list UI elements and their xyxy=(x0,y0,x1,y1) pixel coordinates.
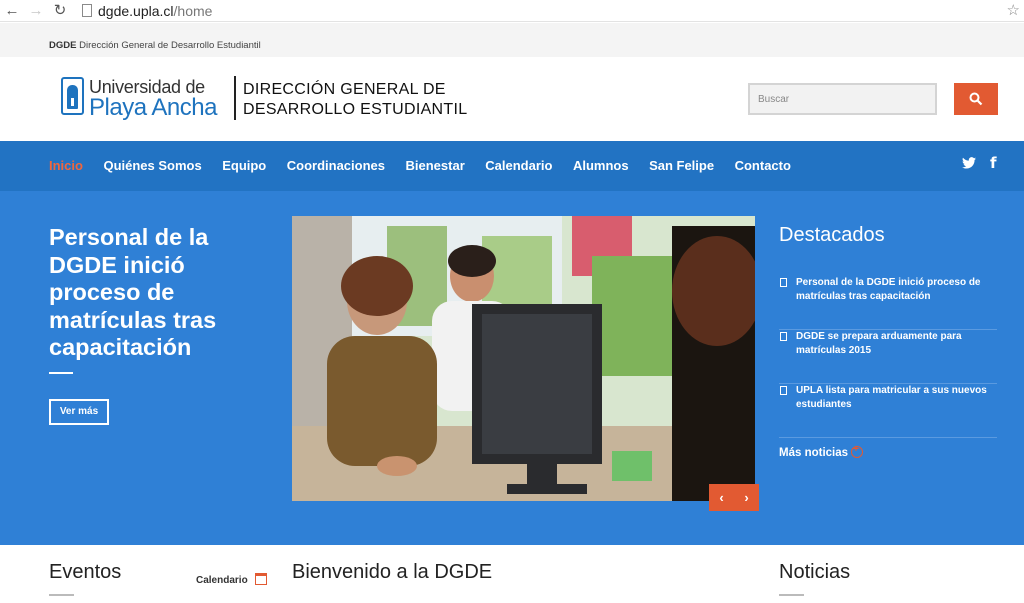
plus-circle-icon xyxy=(851,444,864,458)
nav-item-calendario[interactable]: Calendario xyxy=(485,158,552,173)
bookmark-star-icon[interactable]: ☆ xyxy=(1007,1,1020,19)
noticias-divider xyxy=(779,594,804,596)
nav-item-bienestar[interactable]: Bienestar xyxy=(406,158,465,173)
mas-noticias-link[interactable]: Más noticias xyxy=(779,444,864,459)
nav-item-equipo[interactable]: Equipo xyxy=(222,158,266,173)
noticias-heading: Noticias xyxy=(779,561,851,583)
eventos-heading: Eventos xyxy=(49,561,122,583)
department-title-line2: DESARROLLO ESTUDIANTIL xyxy=(243,101,468,118)
nav-item-quiénes-somos[interactable]: Quiénes Somos xyxy=(103,158,201,173)
nav-item-alumnos[interactable]: Alumnos xyxy=(573,158,629,173)
destacado-item[interactable]: UPLA lista para matricular a sus nuevos … xyxy=(779,384,997,438)
destacado-link[interactable]: UPLA lista para matricular a sus nuevos … xyxy=(796,384,996,412)
nav-item-san-felipe[interactable]: San Felipe xyxy=(649,158,714,173)
destacado-item[interactable]: Personal de la DGDE inició proceso de ma… xyxy=(779,276,997,330)
main-navbar: Inicio Quiénes Somos Equipo Coordinaciones B… xyxy=(0,141,1024,191)
hero-divider xyxy=(49,372,73,374)
logo-divider xyxy=(234,76,236,120)
forward-arrow-icon[interactable]: → xyxy=(27,2,45,20)
logo-text-line2[interactable]: Playa Ancha xyxy=(89,94,217,122)
address-bar[interactable]: dgde.upla.cl/home ☆ xyxy=(78,0,1024,22)
document-icon xyxy=(780,386,787,395)
search-icon xyxy=(969,92,983,106)
back-arrow-icon[interactable]: ← xyxy=(3,2,21,20)
browser-toolbar: ← → ↻ dgde.upla.cl/home ☆ xyxy=(0,0,1024,22)
bienvenido-heading: Bienvenido a la DGDE xyxy=(292,561,493,583)
destacado-item[interactable]: DGDE se prepara arduamente para matrícul… xyxy=(779,330,997,384)
document-icon xyxy=(780,332,787,341)
calendario-link[interactable]: Calendario xyxy=(196,575,248,586)
destacados-list: Personal de la DGDE inició proceso de ma… xyxy=(779,276,997,438)
university-logo-icon[interactable] xyxy=(61,77,84,115)
document-icon xyxy=(780,278,787,287)
destacados-title: Destacados xyxy=(779,224,885,246)
nav-item-inicio[interactable]: Inicio xyxy=(49,158,83,173)
nav-item-contacto[interactable]: Contacto xyxy=(735,158,791,173)
department-title-line1: DIRECCIÓN GENERAL DE xyxy=(243,81,446,98)
site-header: Universidad de Playa Ancha DIRECCIÓN GEN… xyxy=(0,57,1024,141)
nav-menu: Inicio Quiénes Somos Equipo Coordinaciones B… xyxy=(49,158,811,173)
ver-mas-button[interactable]: Ver más xyxy=(49,399,109,425)
hero-section: Personal de la DGDE inició proceso de ma… xyxy=(0,191,1024,545)
facebook-icon[interactable]: f xyxy=(990,154,997,172)
site-tagline: DGDE Dirección General de Desarrollo Est… xyxy=(49,40,261,51)
destacado-link[interactable]: Personal de la DGDE inició proceso de ma… xyxy=(796,276,996,304)
search-input[interactable] xyxy=(748,83,937,115)
page-icon xyxy=(82,4,92,17)
nav-item-coordinaciones[interactable]: Coordinaciones xyxy=(287,158,385,173)
eventos-divider xyxy=(49,594,74,596)
slider-next-button[interactable]: › xyxy=(734,484,759,511)
url-text: dgde.upla.cl/home xyxy=(98,3,213,19)
hero-headline[interactable]: Personal de la DGDE inició proceso de ma… xyxy=(49,224,279,362)
content-sections: Eventos Calendario Bienvenido a la DGDE … xyxy=(0,545,1024,603)
twitter-icon[interactable] xyxy=(962,156,976,174)
search-button[interactable] xyxy=(954,83,998,115)
reload-icon[interactable]: ↻ xyxy=(51,2,69,20)
hero-photo[interactable] xyxy=(292,216,755,501)
slider-prev-button[interactable]: ‹ xyxy=(709,484,734,511)
destacado-link[interactable]: DGDE se prepara arduamente para matrícul… xyxy=(796,330,996,358)
top-strip: DGDE Dirección General de Desarrollo Est… xyxy=(0,23,1024,57)
calendar-icon[interactable] xyxy=(255,573,267,585)
